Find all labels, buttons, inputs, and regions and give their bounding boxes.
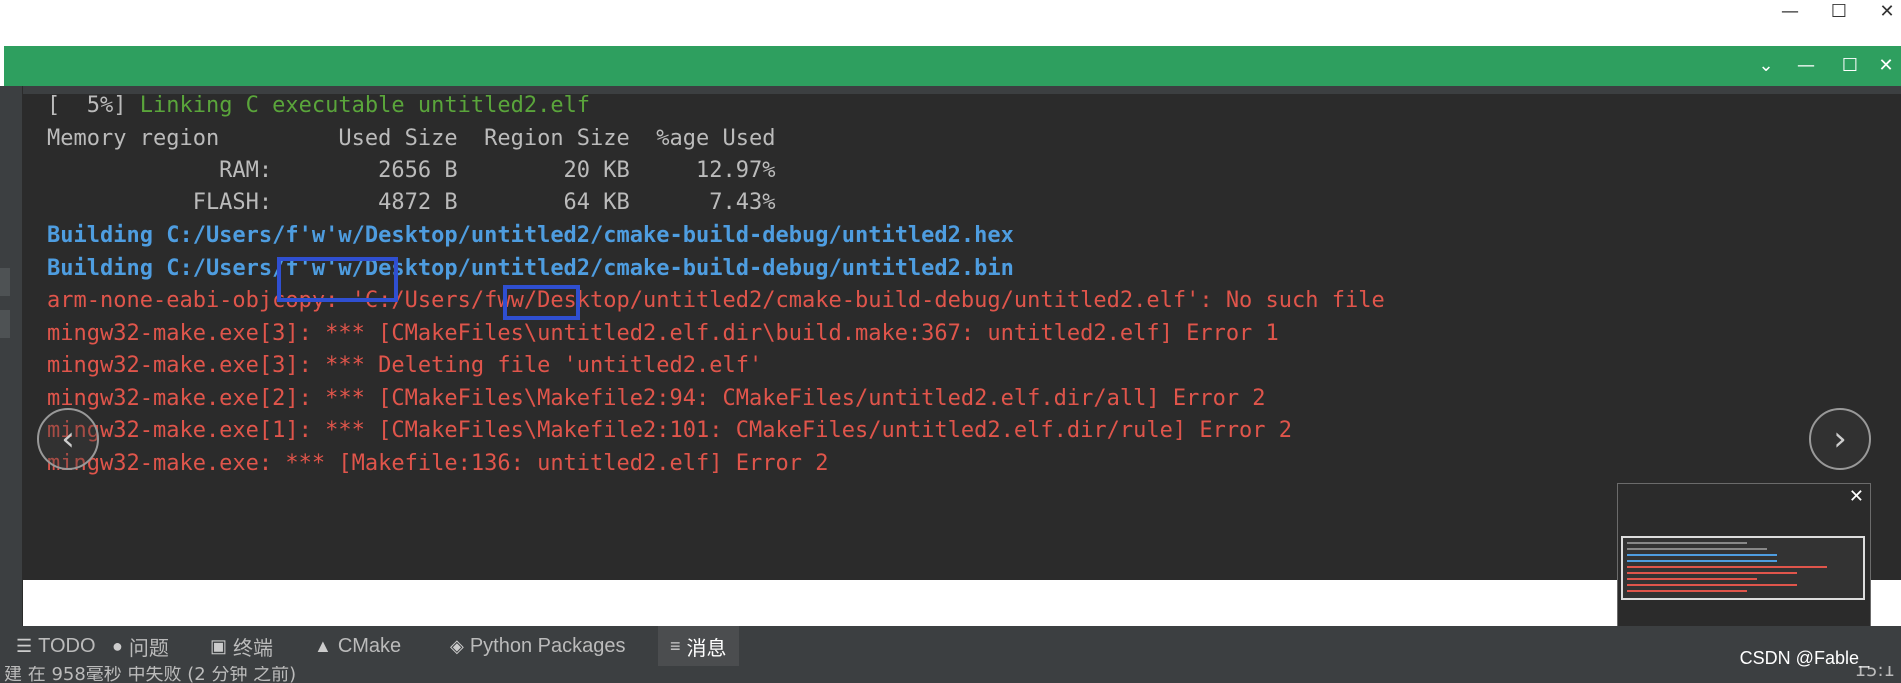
console-line-memory-header: Memory region Used Size Region Size %age… [47,126,776,151]
preview-line [1627,548,1767,550]
packages-icon: ◈ [450,635,464,656]
next-arrow-button[interactable]: › [1809,408,1871,470]
left-gutter [0,86,23,626]
tab-label: 问题 [128,637,169,660]
messages-icon: ≡ [670,635,681,656]
console-line-objcopy-error: arm-none-eabi-objcopy: 'C:/Users/fww/Des… [47,288,1385,313]
list-icon: ☰ [16,635,33,656]
preview-line [1627,542,1747,544]
console-line-make3-delete: mingw32-make.exe[3]: *** Deleting file '… [47,353,763,378]
tab-terminal[interactable]: ▣ 终端 [198,626,285,666]
console-line-ram: RAM: 2656 B 20 KB 12.97% [47,158,776,183]
tab-todo[interactable]: ☰ TODO [4,626,108,666]
tab-python-packages[interactable]: ◈ Python Packages [438,626,638,666]
preview-line [1627,566,1827,568]
tool-window-tabstrip [4,86,1901,94]
preview-line [1627,572,1797,574]
tab-label: 消息 [686,637,727,660]
highlight-box-user-path [277,257,398,302]
outer-close-button[interactable]: ✕ [1867,2,1901,22]
preview-viewport [1621,536,1865,600]
problems-icon: ● [112,635,123,656]
collapse-button[interactable]: ⌄ [1748,55,1784,77]
preview-line [1627,578,1757,580]
gutter-marker [0,268,10,296]
minimize-button[interactable]: — [1788,55,1824,77]
prev-arrow-button[interactable]: ‹ [37,408,99,470]
tab-problems[interactable]: ● 问题 [100,626,181,666]
maximize-button[interactable]: ☐ [1832,55,1868,77]
status-bar: 建 在 958毫秒 中失败 (2 分钟 之前) 15:1 [0,666,1901,683]
preview-line [1627,590,1747,592]
console-line-make3-error: mingw32-make.exe[3]: *** [CMakeFiles\unt… [47,321,1279,346]
close-button[interactable]: ✕ [1868,55,1901,77]
bottom-tool-tabs: ☰ TODO ● 问题 ▣ 终端 ▲ CMake ◈ Python Packag… [0,626,1901,666]
console-line-make2-error: mingw32-make.exe[2]: *** [CMakeFiles\Mak… [47,386,1266,411]
outer-window-titlebar: — ☐ ✕ [0,0,1901,46]
preview-line [1627,554,1777,556]
watermark: CSDN @Fable_ [1739,648,1869,668]
tab-label: TODO [38,634,96,657]
tab-label: CMake [337,634,402,657]
cmake-icon: ▲ [314,635,332,656]
tab-label: 终端 [233,637,274,660]
outer-minimize-button[interactable]: — [1770,2,1810,22]
preview-thumbnail[interactable]: ✕ [1617,483,1871,643]
console-line-building-bin: Building C:/Users/f'w'w/Desktop/untitled… [47,256,1014,281]
console-line-building-hex: Building C:/Users/f'w'w/Desktop/untitled… [47,223,1014,248]
highlight-box-fww-path [503,285,580,320]
gutter-marker [0,310,10,338]
preview-close-icon[interactable]: ✕ [1849,486,1864,507]
tool-window-header: ⌄ — ☐ ✕ [4,46,1901,86]
console-line-progress: [ 5%] Linking C executable untitled2.elf [47,94,591,118]
tab-messages[interactable]: ≡ 消息 [658,626,739,666]
outer-maximize-button[interactable]: ☐ [1819,2,1859,22]
preview-line [1627,560,1777,562]
tab-cmake[interactable]: ▲ CMake [302,626,413,666]
console-line-flash: FLASH: 4872 B 64 KB 7.43% [47,190,776,215]
console-line-make1-error: mingw32-make.exe[1]: *** [CMakeFiles\Mak… [47,418,1293,443]
tab-label: Python Packages [469,634,626,657]
console-line-make-error: mingw32-make.exe: *** [Makefile:136: unt… [47,451,829,476]
status-text: 建 在 958毫秒 中失败 (2 分钟 之前) [4,666,297,683]
preview-line [1627,584,1797,586]
terminal-icon: ▣ [210,635,228,656]
